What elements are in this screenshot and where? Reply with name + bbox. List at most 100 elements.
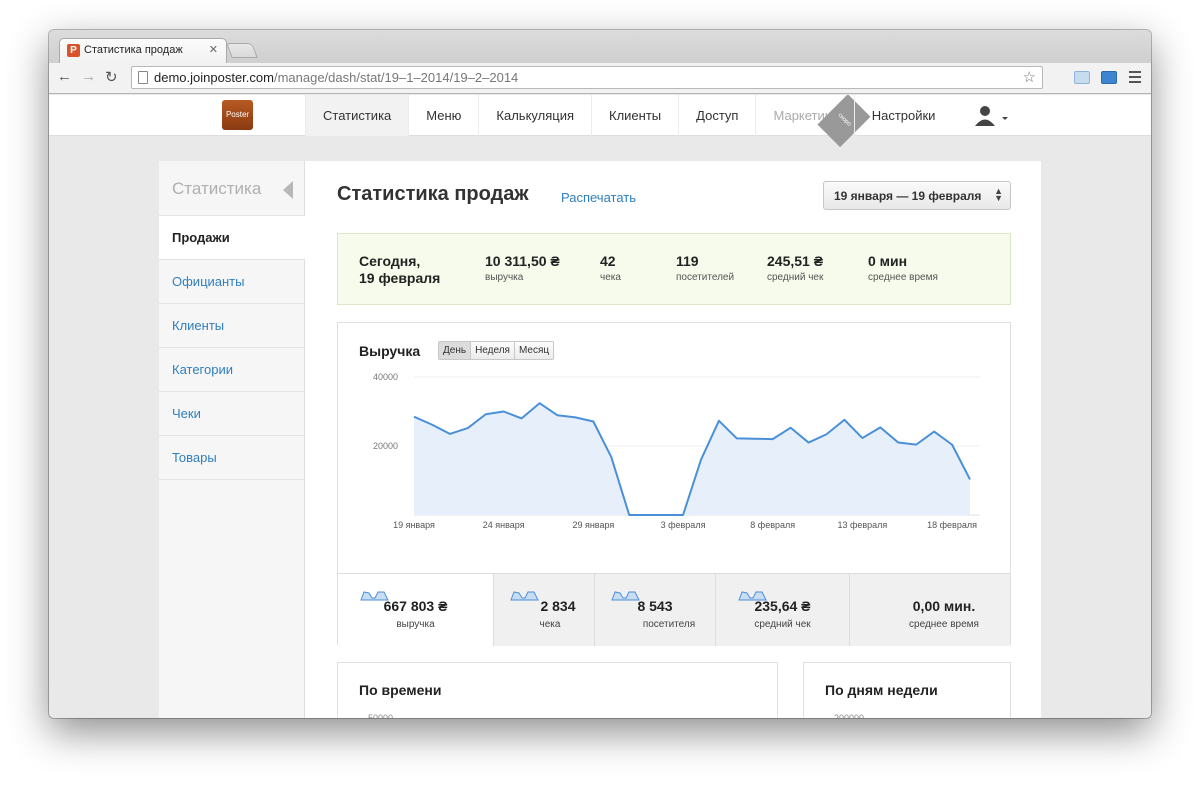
tab-strip: P Статистика продаж ✕ — [49, 30, 1151, 64]
sidebar-title: Статистика — [172, 179, 262, 198]
sidebar-item-waiters[interactable]: Официанты — [159, 260, 304, 304]
period-day-button[interactable]: День — [439, 342, 472, 359]
revenue-chart-title: Выручка — [359, 343, 421, 359]
date-range-select[interactable]: 19 января — 19 февраля ▲ ▼ — [823, 181, 1011, 210]
by-weekday-card: По дням недели 200000 — [803, 662, 1011, 718]
x-tick-label: 29 января — [572, 520, 614, 530]
sidebar-item-sales[interactable]: Продажи — [159, 216, 305, 260]
total-visitors-value: 8 543 — [637, 598, 673, 614]
sidebar-item-products[interactable]: Товары — [159, 436, 304, 480]
today-label-line1: Сегодня, — [359, 253, 421, 269]
today-avg-time-label: среднее время — [868, 272, 938, 283]
nav-item-statistics[interactable]: Статистика — [305, 95, 409, 136]
top-navigation: Poster Статистика Меню Калькуляция Клиен… — [49, 95, 1151, 147]
tab-title: Статистика продаж — [84, 44, 183, 56]
today-visitors-value: 119 — [676, 253, 699, 269]
total-avg-check-tab[interactable]: 235,64 ₴ средний чек — [715, 574, 849, 646]
nav-item-marketing[interactable]: Маркетинг скоро — [755, 95, 871, 147]
date-range-value: 19 января — 19 февраля — [834, 189, 982, 203]
print-link[interactable]: Распечатать — [561, 190, 636, 205]
total-receipts-label: чека — [539, 619, 561, 630]
total-avg-check-label: средний чек — [754, 619, 811, 630]
y-tick-label: 40000 — [373, 372, 398, 382]
page-icon — [138, 71, 148, 84]
x-tick-label: 24 января — [483, 520, 525, 530]
nav-item-menu[interactable]: Меню — [408, 95, 478, 136]
today-label-line2: 19 февраля — [359, 270, 441, 286]
reload-icon[interactable]: ↻ — [105, 68, 118, 86]
today-summary: Сегодня, 19 февраля 10 311,50 ₴ выручка … — [337, 233, 1011, 305]
by-weekday-title: По дням недели — [825, 682, 938, 698]
today-revenue-value: 10 311,50 ₴ — [485, 253, 560, 269]
x-tick-label: 3 февраля — [661, 520, 706, 530]
app-page: Poster Статистика Меню Калькуляция Клиен… — [49, 95, 1151, 718]
x-tick-label: 13 февраля — [837, 520, 887, 530]
main-menu: Статистика Меню Калькуляция Клиенты Дост… — [305, 95, 953, 147]
url-text: demo.joinposter.com/manage/dash/stat/19–… — [154, 70, 518, 85]
nav-item-settings[interactable]: Настройки — [853, 95, 953, 136]
main-panel: Статистика Продажи Официанты Клиенты Кат… — [159, 161, 1041, 718]
today-avg-time-value: 0 мин — [868, 253, 908, 269]
total-visitors-tab[interactable]: 8 543 посетителя — [594, 574, 715, 646]
bookmark-star-icon[interactable]: ☆ — [1023, 68, 1036, 86]
sidebar-header: Статистика — [159, 161, 304, 216]
total-avg-check-value: 235,64 ₴ — [754, 598, 811, 614]
forward-arrow-icon[interactable]: → — [81, 68, 96, 85]
back-arrow-icon[interactable]: ← — [57, 68, 72, 85]
menu-icon[interactable] — [1129, 71, 1141, 86]
nav-item-costing[interactable]: Калькуляция — [478, 95, 591, 136]
screenshot-extension-icon[interactable] — [1101, 71, 1117, 84]
sidebar-item-clients[interactable]: Клиенты — [159, 304, 304, 348]
period-month-button[interactable]: Месяц — [514, 342, 554, 359]
today-revenue-label: выручка — [485, 272, 524, 283]
today-revenue: 10 311,50 ₴ выручка — [485, 253, 560, 283]
total-receipts-value: 2 834 — [540, 598, 576, 614]
total-revenue-value: 667 803 ₴ — [383, 598, 448, 614]
total-avg-time-value: 0,00 мин. — [912, 598, 976, 614]
favicon-icon: P — [67, 44, 80, 57]
nav-item-clients[interactable]: Клиенты — [591, 95, 678, 136]
today-avg-check-label: средний чек — [767, 272, 824, 283]
x-tick-label: 19 января — [393, 520, 435, 530]
today-avg-check-value: 245,51 ₴ — [767, 253, 824, 269]
collapse-arrow-icon[interactable] — [283, 181, 293, 199]
period-switcher: День Неделя Месяц — [438, 341, 555, 360]
by-time-title: По времени — [359, 682, 442, 698]
url-host: demo.joinposter.com — [154, 70, 274, 85]
today-label: Сегодня, 19 февраля — [359, 253, 440, 286]
poster-logo[interactable]: Poster — [222, 100, 253, 130]
select-arrows-icon: ▲ ▼ — [994, 186, 1003, 203]
user-menu-button[interactable] — [974, 105, 1010, 132]
today-receipts-label: чека — [600, 272, 621, 283]
browser-tab[interactable]: P Статистика продаж ✕ — [59, 38, 227, 64]
today-receipts-value: 42 — [600, 253, 616, 269]
today-visitors-label: посетителей — [676, 272, 735, 283]
x-tick-label: 18 февраля — [927, 520, 977, 530]
close-tab-icon[interactable]: ✕ — [209, 43, 218, 56]
today-avg-time: 0 мин среднее время — [868, 253, 938, 283]
nav-item-access[interactable]: Доступ — [678, 95, 755, 136]
sidebar-item-categories[interactable]: Категории — [159, 348, 304, 392]
revenue-chart: 20000 40000 19 января 24 января 29 января 3 ф… — [373, 372, 980, 530]
sidebar-item-receipts[interactable]: Чеки — [159, 392, 304, 436]
user-icon — [975, 106, 1008, 126]
extension-icon[interactable] — [1074, 71, 1090, 84]
total-revenue-label: выручка — [396, 619, 435, 630]
x-tick-label: 8 февраля — [750, 520, 795, 530]
address-bar[interactable]: demo.joinposter.com/manage/dash/stat/19–… — [131, 66, 1043, 89]
today-avg-check: 245,51 ₴ средний чек — [767, 253, 823, 283]
period-week-button[interactable]: Неделя — [471, 342, 515, 359]
total-revenue-tab[interactable]: 667 803 ₴ выручка — [338, 574, 493, 646]
page-title: Статистика продаж — [337, 183, 529, 205]
today-receipts: 42 чека — [600, 253, 621, 283]
total-visitors-label: посетителя — [642, 619, 696, 630]
y-tick-label: 20000 — [373, 441, 398, 451]
new-tab-button[interactable] — [226, 43, 258, 58]
browser-window: P Статистика продаж ✕ ← → ↻ demo.joinpos… — [49, 30, 1151, 718]
sidebar: Статистика Продажи Официанты Клиенты Кат… — [159, 161, 305, 718]
total-receipts-tab[interactable]: 2 834 чека — [493, 574, 594, 646]
today-visitors: 119 посетителей — [676, 253, 734, 283]
total-avg-time-tab[interactable]: 0,00 мин. среднее время — [849, 574, 1010, 646]
total-avg-time-label: среднее время — [909, 619, 979, 630]
by-weekday-y-tick: 200000 — [834, 713, 865, 718]
